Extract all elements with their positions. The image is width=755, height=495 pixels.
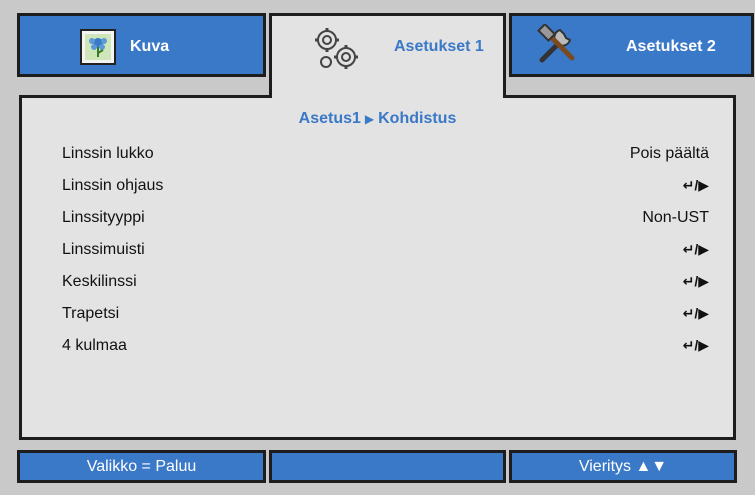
osd-menu: Kuva Asetukset 1 Asetukset 2 Asetus1 ▶ K…	[0, 0, 755, 495]
enter-arrow-icon: ↵/▶	[682, 273, 709, 289]
footer-middle	[269, 450, 506, 483]
enter-arrow-icon: ↵/▶	[682, 305, 709, 321]
tab-asetukset-1[interactable]: Asetukset 1	[269, 13, 506, 99]
menu-item-value: Pois päältä	[629, 145, 709, 162]
enter-arrow-icon: ↵/▶	[682, 241, 709, 257]
menu-item-label: Trapetsi	[62, 305, 120, 322]
picture-icon	[78, 27, 118, 72]
footer-back-hint: Valikko = Paluu	[17, 450, 266, 483]
menu-item-linssimuisti[interactable]: Linssimuisti ↵/▶	[62, 241, 709, 265]
tools-icon	[534, 22, 582, 73]
breadcrumb-current: Kohdistus	[378, 110, 457, 127]
menu-item-keskilinssi[interactable]: Keskilinssi ↵/▶	[62, 273, 709, 297]
settings-panel: Asetus1 ▶ Kohdistus Linssin lukko Pois pää…	[19, 95, 736, 440]
breadcrumb-parent: Asetus1	[298, 110, 361, 127]
menu-item-linssin-lukko[interactable]: Linssin lukko Pois päältä	[62, 145, 709, 169]
menu-item-label: Linssityyppi	[62, 209, 145, 226]
enter-arrow-icon: ↵/▶	[682, 337, 709, 353]
breadcrumb: Asetus1 ▶ Kohdistus	[22, 110, 733, 128]
enter-arrow-icon: ↵/▶	[682, 177, 709, 193]
breadcrumb-separator-icon: ▶	[364, 112, 375, 126]
tab-asetukset-1-label: Asetukset 1	[394, 38, 484, 55]
menu-item-linssin-ohjaus[interactable]: Linssin ohjaus ↵/▶	[62, 177, 709, 201]
menu-item-label: Linssin lukko	[62, 145, 154, 162]
footer-scroll-hint: Vieritys ▲▼	[509, 450, 737, 483]
menu-item-label: Keskilinssi	[62, 273, 137, 290]
gears-icon	[312, 25, 362, 78]
menu-item-4-kulmaa[interactable]: 4 kulmaa ↵/▶	[62, 337, 709, 361]
active-tab-joint	[272, 93, 503, 101]
menu-item-label: Linssin ohjaus	[62, 177, 164, 194]
menu-item-label: 4 kulmaa	[62, 337, 127, 354]
menu-item-label: Linssimuisti	[62, 241, 145, 258]
tab-kuva-label: Kuva	[130, 38, 170, 55]
menu-item-linssityyppi[interactable]: Linssityyppi Non-UST	[62, 209, 709, 233]
tab-asetukset-2[interactable]: Asetukset 2	[509, 13, 754, 77]
tab-kuva[interactable]: Kuva	[17, 13, 266, 77]
tab-asetukset-2-label: Asetukset 2	[626, 38, 716, 55]
menu-item-trapetsi[interactable]: Trapetsi ↵/▶	[62, 305, 709, 329]
menu-item-value: Non-UST	[642, 209, 709, 226]
